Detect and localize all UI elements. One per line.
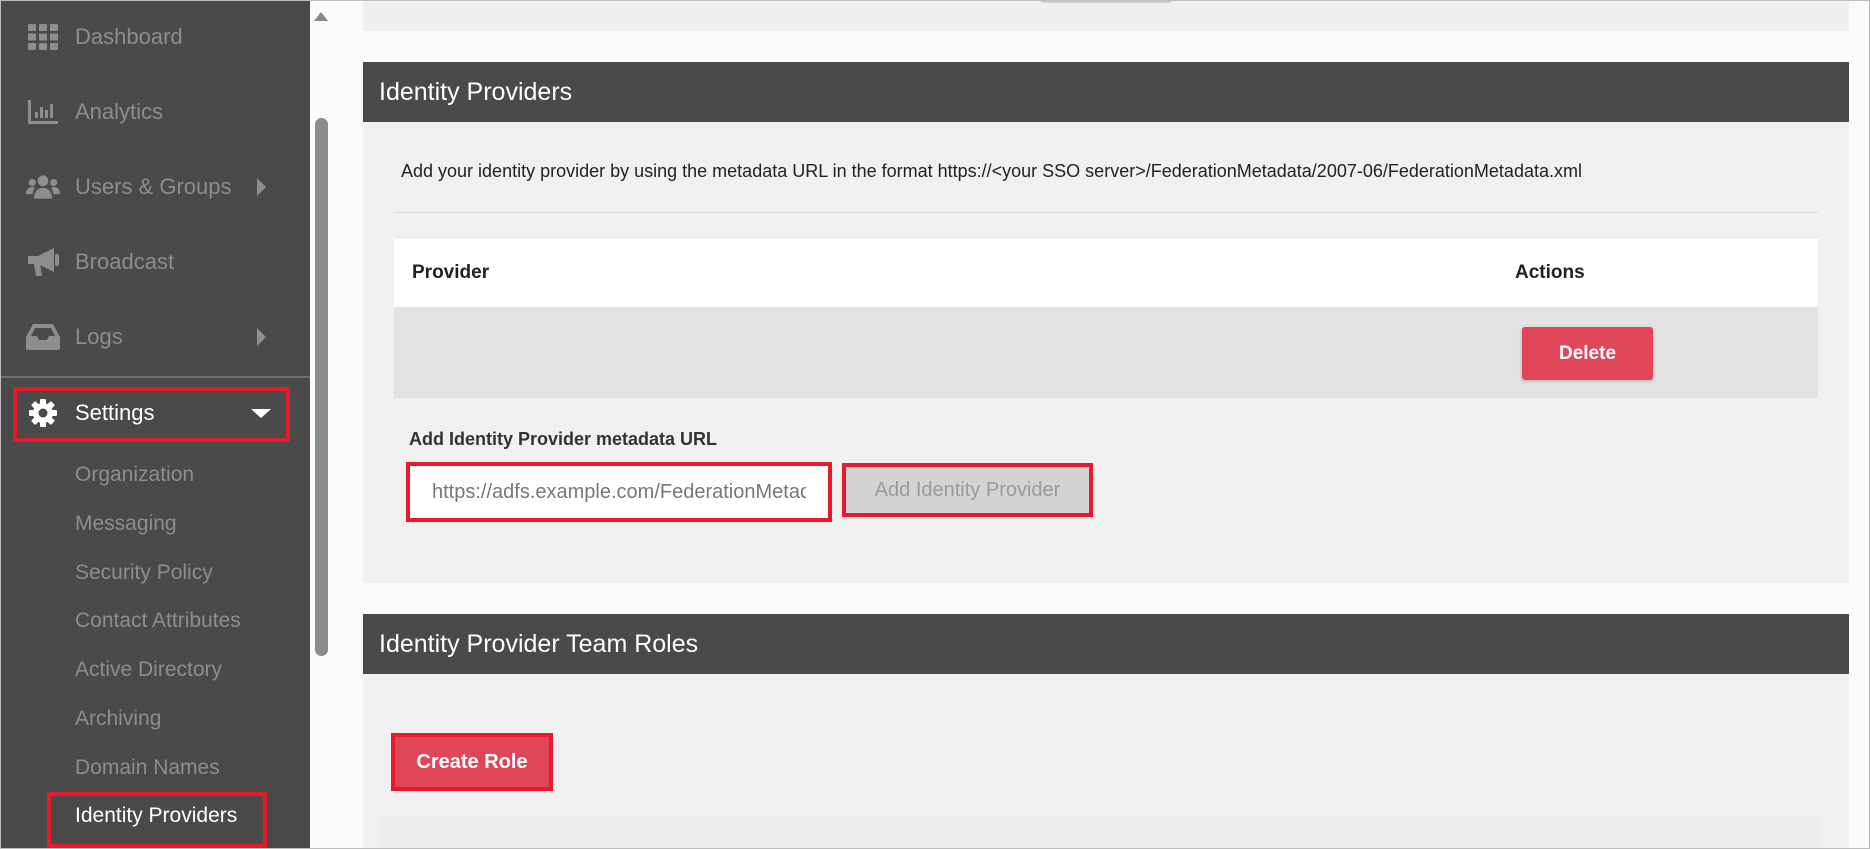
column-header-provider: Provider — [412, 262, 490, 283]
sidebar-item-settings[interactable]: Settings — [1, 388, 310, 438]
bar-chart-icon — [26, 97, 60, 127]
column-header-actions: Actions — [1515, 262, 1585, 283]
sidebar-subitem-contact-attributes[interactable]: Contact Attributes — [75, 609, 241, 633]
sidebar-item-dashboard[interactable]: Dashboard — [1, 12, 310, 62]
sidebar-subitem-identity-providers[interactable]: Identity Providers — [75, 804, 237, 828]
chevron-right-icon — [257, 328, 266, 346]
sidebar-item-label: Dashboard — [75, 24, 183, 49]
sidebar-item-analytics[interactable]: Analytics — [1, 87, 310, 137]
sidebar-subitem-security-policy[interactable]: Security Policy — [75, 561, 213, 585]
sidebar-item-label: Analytics — [75, 99, 164, 124]
app-window: Dashboard Analytics Users & Groups Broad… — [0, 0, 1870, 849]
sidebar-item-users-groups[interactable]: Users & Groups — [1, 162, 310, 212]
metadata-url-input[interactable] — [410, 466, 828, 518]
scrollbar-thumb[interactable] — [315, 118, 328, 656]
sidebar-item-label: Broadcast — [75, 249, 175, 274]
create-role-button[interactable]: Create Role — [395, 737, 549, 787]
sidebar: Dashboard Analytics Users & Groups Broad… — [1, 1, 310, 848]
previous-section-edge — [1041, 1, 1171, 3]
sidebar-item-label: Logs — [75, 324, 123, 349]
sidebar-item-logs[interactable]: Logs — [1, 312, 310, 362]
users-icon — [26, 172, 60, 202]
add-identity-provider-button[interactable]: Add Identity Provider — [846, 467, 1089, 513]
sidebar-subitem-domain-names[interactable]: Domain Names — [75, 756, 220, 780]
grid-icon — [26, 22, 60, 52]
metadata-url-label: Add Identity Provider metadata URL — [409, 429, 718, 449]
table-row: Delete — [394, 307, 1818, 398]
chevron-down-icon — [251, 408, 271, 418]
team-roles-header: Identity Provider Team Roles — [363, 614, 1849, 674]
section-title: Identity Provider Team Roles — [379, 629, 699, 658]
megaphone-icon — [26, 247, 60, 277]
previous-section-card — [363, 1, 1849, 31]
sidebar-subitem-archiving[interactable]: Archiving — [75, 707, 161, 731]
sidebar-item-label: Settings — [75, 400, 155, 425]
identity-providers-header: Identity Providers — [363, 62, 1849, 122]
divider — [394, 212, 1818, 213]
section-title: Identity Providers — [379, 77, 573, 106]
gear-icon — [26, 398, 60, 428]
sidebar-item-label: Users & Groups — [75, 174, 232, 199]
sidebar-subitem-active-directory[interactable]: Active Directory — [75, 658, 222, 682]
sidebar-divider — [1, 376, 310, 378]
sidebar-subitem-organization[interactable]: Organization — [75, 463, 194, 487]
sidebar-subitem-messaging[interactable]: Messaging — [75, 512, 177, 536]
scroll-up-arrow-icon[interactable] — [314, 12, 328, 21]
delete-button[interactable]: Delete — [1522, 327, 1653, 380]
identity-providers-description: Add your identity provider by using the … — [401, 161, 1582, 181]
sidebar-item-broadcast[interactable]: Broadcast — [1, 237, 310, 287]
providers-table-header: Provider Actions — [394, 237, 1818, 307]
roles-list-panel — [379, 817, 1819, 848]
inbox-icon — [26, 322, 60, 352]
chevron-right-icon — [257, 178, 266, 196]
